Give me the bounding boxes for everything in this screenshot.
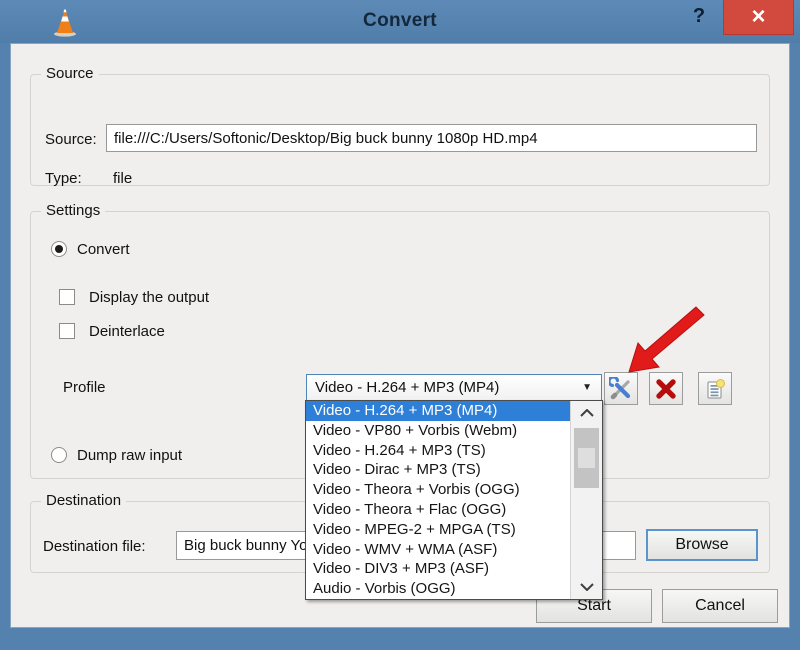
source-label: Source:	[45, 131, 97, 148]
profile-option[interactable]: Video - DIV3 + MP3 (ASF)	[306, 559, 571, 579]
source-group-legend: Source	[41, 65, 99, 82]
help-button[interactable]: ?	[686, 5, 712, 33]
delete-profile-button[interactable]	[649, 372, 683, 405]
display-output-checkbox[interactable]	[59, 289, 75, 305]
convert-dialog-window: Convert ? × Source Source: Type: file Se…	[0, 0, 800, 650]
profile-option[interactable]: Video - H.264 + MP3 (TS)	[306, 441, 571, 461]
profile-option[interactable]: Video - Theora + Flac (OGG)	[306, 500, 571, 520]
profile-label: Profile	[63, 379, 106, 396]
red-x-icon	[654, 377, 678, 401]
deinterlace-checkbox[interactable]	[59, 323, 75, 339]
type-label: Type:	[45, 170, 82, 187]
profile-combobox-value: Video - H.264 + MP3 (MP4)	[315, 379, 499, 396]
browse-button[interactable]: Browse	[646, 529, 758, 561]
chevron-down-icon	[580, 583, 594, 591]
cancel-button[interactable]: Cancel	[662, 589, 778, 623]
profile-combobox[interactable]: Video - H.264 + MP3 (MP4) ▼	[306, 374, 602, 401]
new-profile-button[interactable]	[698, 372, 732, 405]
wrench-icon	[609, 377, 633, 401]
profile-list-icon	[703, 377, 727, 401]
scroll-up-button[interactable]	[571, 403, 602, 423]
profile-option[interactable]: Audio - Vorbis (OGG)	[306, 579, 571, 599]
scroll-down-button[interactable]	[571, 577, 602, 597]
display-output-label: Display the output	[89, 289, 209, 306]
convert-radio-label: Convert	[77, 241, 130, 258]
profile-option[interactable]: Video - Theora + Vorbis (OGG)	[306, 480, 571, 500]
dump-raw-input-radio[interactable]	[51, 447, 67, 463]
scrollbar-thumb[interactable]	[574, 428, 599, 488]
profile-option[interactable]: Video - H.264 + MP3 (MP4)	[306, 401, 571, 421]
close-icon: ×	[751, 5, 765, 29]
browse-button-label: Browse	[675, 536, 728, 554]
close-button[interactable]: ×	[723, 0, 794, 35]
profile-option[interactable]: Video - WMV + WMA (ASF)	[306, 540, 571, 560]
settings-group-legend: Settings	[41, 202, 105, 219]
destination-file-label: Destination file:	[43, 538, 146, 555]
profile-dropdown-list: Video - H.264 + MP3 (MP4)Video - VP80 + …	[305, 400, 603, 600]
profile-option[interactable]: Video - MPEG-2 + MPGA (TS)	[306, 520, 571, 540]
profile-option[interactable]: Video - VP80 + Vorbis (Webm)	[306, 421, 571, 441]
cancel-button-label: Cancel	[695, 597, 745, 615]
titlebar: Convert ? ×	[0, 0, 800, 43]
source-input[interactable]	[106, 124, 757, 152]
type-value: file	[113, 170, 132, 187]
profile-dropdown-items: Video - H.264 + MP3 (MP4)Video - VP80 + …	[306, 401, 571, 599]
window-title: Convert	[0, 10, 800, 32]
destination-group-legend: Destination	[41, 492, 126, 509]
chevron-down-icon: ▼	[582, 375, 592, 400]
chevron-up-icon	[580, 409, 594, 417]
source-group: Source Source: Type: file	[30, 74, 770, 186]
profile-option[interactable]: Video - Dirac + MP3 (TS)	[306, 460, 571, 480]
dump-raw-input-label: Dump raw input	[77, 447, 182, 464]
convert-radio[interactable]	[51, 241, 67, 257]
dropdown-scrollbar[interactable]	[570, 401, 602, 599]
deinterlace-label: Deinterlace	[89, 323, 165, 340]
edit-profile-button[interactable]	[604, 372, 638, 405]
